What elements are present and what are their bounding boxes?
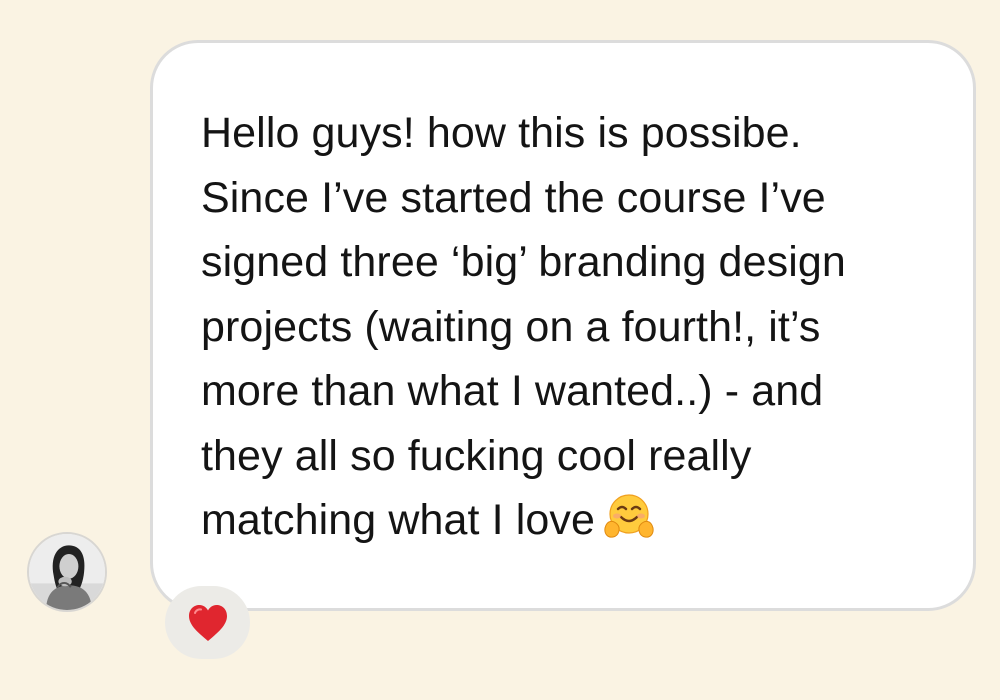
avatar-photo [29, 534, 105, 610]
message-bubble[interactable]: Hello guys! how this is possibe. Since I… [150, 40, 976, 611]
message-body: Hello guys! how this is possibe. Since I… [201, 109, 846, 544]
message-text: Hello guys! how this is possibe. Since I… [201, 101, 953, 553]
chat-canvas: Hello guys! how this is possibe. Since I… [0, 0, 1000, 700]
sender-avatar[interactable] [27, 532, 107, 612]
hugging-face-emoji-icon [603, 492, 655, 540]
red-heart-icon [188, 604, 227, 641]
reaction-badge[interactable] [165, 586, 250, 659]
